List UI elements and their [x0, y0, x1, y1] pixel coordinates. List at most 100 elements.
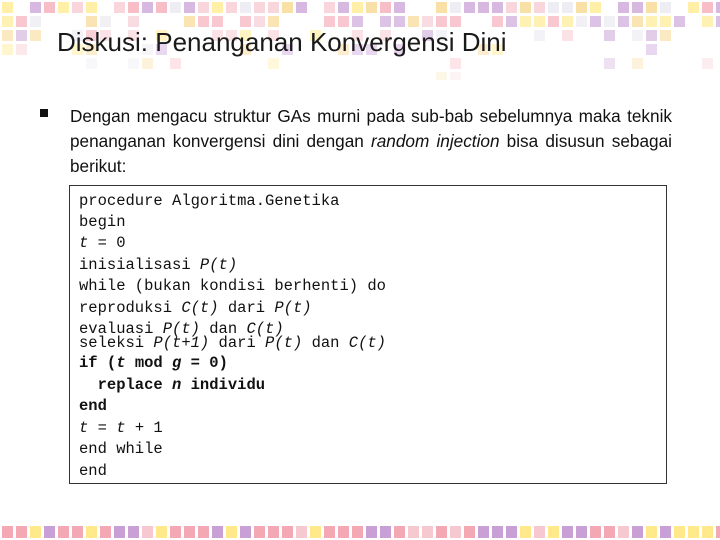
code-line: end [79, 462, 107, 480]
deco-tile [660, 526, 671, 538]
code-line: end while [79, 440, 163, 458]
code-line: procedure Algoritma.Genetika [79, 192, 340, 210]
deco-tile [520, 2, 531, 13]
deco-tile [562, 16, 573, 27]
deco-tile [198, 526, 209, 538]
deco-tile [324, 526, 335, 538]
deco-tile [240, 16, 251, 27]
deco-tile [338, 2, 349, 13]
deco-tile [324, 16, 335, 27]
deco-tile [114, 526, 125, 538]
deco-tile [2, 16, 13, 27]
deco-tile [324, 2, 335, 13]
deco-tile [562, 30, 573, 41]
deco-tile [394, 2, 405, 13]
deco-tile [198, 16, 209, 27]
code-line: t = 0 [79, 234, 126, 252]
deco-tile [562, 526, 573, 538]
deco-tile [212, 16, 223, 27]
deco-tile [478, 526, 489, 538]
deco-tile [492, 16, 503, 27]
deco-tile [2, 526, 13, 538]
deco-tile [646, 44, 657, 55]
deco-tile [380, 526, 391, 538]
code-line: if (t mod g = 0) [79, 354, 228, 372]
deco-tile [604, 16, 615, 27]
deco-tile [16, 16, 27, 27]
deco-tile [2, 2, 13, 13]
deco-tile [2, 44, 13, 55]
deco-tile [72, 526, 83, 538]
deco-tile [282, 2, 293, 13]
deco-tile [16, 44, 27, 55]
deco-tile [618, 2, 629, 13]
deco-tile [394, 526, 405, 538]
deco-tile [604, 526, 615, 538]
deco-tile [128, 58, 139, 69]
deco-tile [184, 526, 195, 538]
deco-tile [408, 526, 419, 538]
deco-tile [576, 526, 587, 538]
code-line: while (bukan kondisi berhenti) do [79, 277, 386, 295]
deco-tile [366, 2, 377, 13]
deco-tile [352, 526, 363, 538]
code-line: begin [79, 213, 126, 231]
deco-tile [646, 2, 657, 13]
deco-tile [184, 16, 195, 27]
deco-tile [618, 526, 629, 538]
deco-tile [632, 58, 643, 69]
deco-tile [58, 2, 69, 13]
deco-tile [156, 526, 167, 538]
deco-tile [436, 2, 447, 13]
deco-tile [30, 526, 41, 538]
deco-tile [716, 2, 720, 13]
deco-tile [58, 526, 69, 538]
deco-tile [268, 2, 279, 13]
deco-tile [478, 2, 489, 13]
deco-tile [240, 2, 251, 13]
deco-tile [702, 58, 713, 69]
deco-tile [590, 2, 601, 13]
deco-tile [590, 526, 601, 538]
deco-tile [688, 2, 699, 13]
deco-tile [716, 16, 720, 27]
deco-tile [296, 526, 307, 538]
deco-tile [534, 526, 545, 538]
deco-tile [86, 16, 97, 27]
deco-tile [646, 30, 657, 41]
deco-tile [492, 2, 503, 13]
deco-tile [44, 2, 55, 13]
bullet-item: Dengan mengacu struktur GAs murni pada s… [40, 104, 672, 179]
deco-tile [254, 526, 265, 538]
deco-tile [660, 16, 671, 27]
deco-tile [436, 526, 447, 538]
deco-tile [44, 526, 55, 538]
decorative-footer-bar [2, 526, 720, 538]
deco-tile [170, 526, 181, 538]
deco-tile [674, 16, 685, 27]
deco-tile [30, 30, 41, 41]
deco-tile [366, 526, 377, 538]
deco-tile [450, 58, 461, 69]
deco-tile [450, 2, 461, 13]
deco-tile [534, 2, 545, 13]
deco-tile [254, 2, 265, 13]
deco-tile [632, 16, 643, 27]
deco-tile [702, 526, 713, 538]
deco-tile [100, 526, 111, 538]
deco-tile [688, 526, 699, 538]
deco-tile [142, 2, 153, 13]
deco-tile [576, 2, 587, 13]
deco-tile [86, 526, 97, 538]
deco-tile [436, 72, 447, 80]
pseudocode-box: procedure Algoritma.Genetika begin t = 0… [69, 185, 667, 484]
deco-tile [590, 16, 601, 27]
deco-tile [142, 526, 153, 538]
deco-tile [422, 16, 433, 27]
deco-tile [618, 16, 629, 27]
deco-tile [30, 16, 41, 27]
deco-tile [464, 526, 475, 538]
deco-tile [646, 526, 657, 538]
deco-tile [212, 526, 223, 538]
deco-tile [128, 16, 139, 27]
